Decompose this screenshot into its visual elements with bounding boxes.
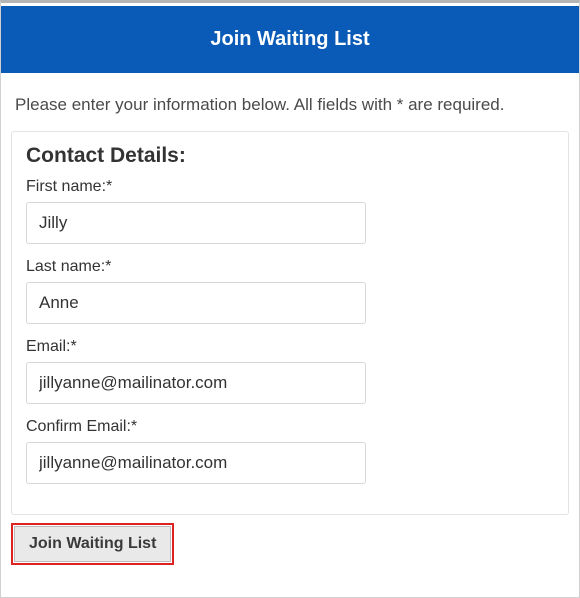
confirm-email-label: Confirm Email:* xyxy=(26,418,554,436)
contact-details-card: Contact Details: First name:* Last name:… xyxy=(11,131,569,515)
card-title: Contact Details: xyxy=(26,144,554,168)
first-name-field: First name:* xyxy=(26,178,554,244)
email-input[interactable] xyxy=(26,362,366,404)
last-name-input[interactable] xyxy=(26,282,366,324)
email-field: Email:* xyxy=(26,338,554,404)
form-page: Join Waiting List Please enter your info… xyxy=(0,0,580,598)
header-bar: Join Waiting List xyxy=(1,6,579,73)
page-title: Join Waiting List xyxy=(210,28,369,50)
submit-area: Join Waiting List xyxy=(11,523,569,565)
submit-highlight: Join Waiting List xyxy=(11,523,174,565)
join-waiting-list-button[interactable]: Join Waiting List xyxy=(14,526,171,562)
last-name-label: Last name:* xyxy=(26,258,554,276)
first-name-input[interactable] xyxy=(26,202,366,244)
last-name-field: Last name:* xyxy=(26,258,554,324)
confirm-email-field: Confirm Email:* xyxy=(26,418,554,484)
first-name-label: First name:* xyxy=(26,178,554,196)
email-label: Email:* xyxy=(26,338,554,356)
instructions-text: Please enter your information below. All… xyxy=(1,73,579,131)
confirm-email-input[interactable] xyxy=(26,442,366,484)
